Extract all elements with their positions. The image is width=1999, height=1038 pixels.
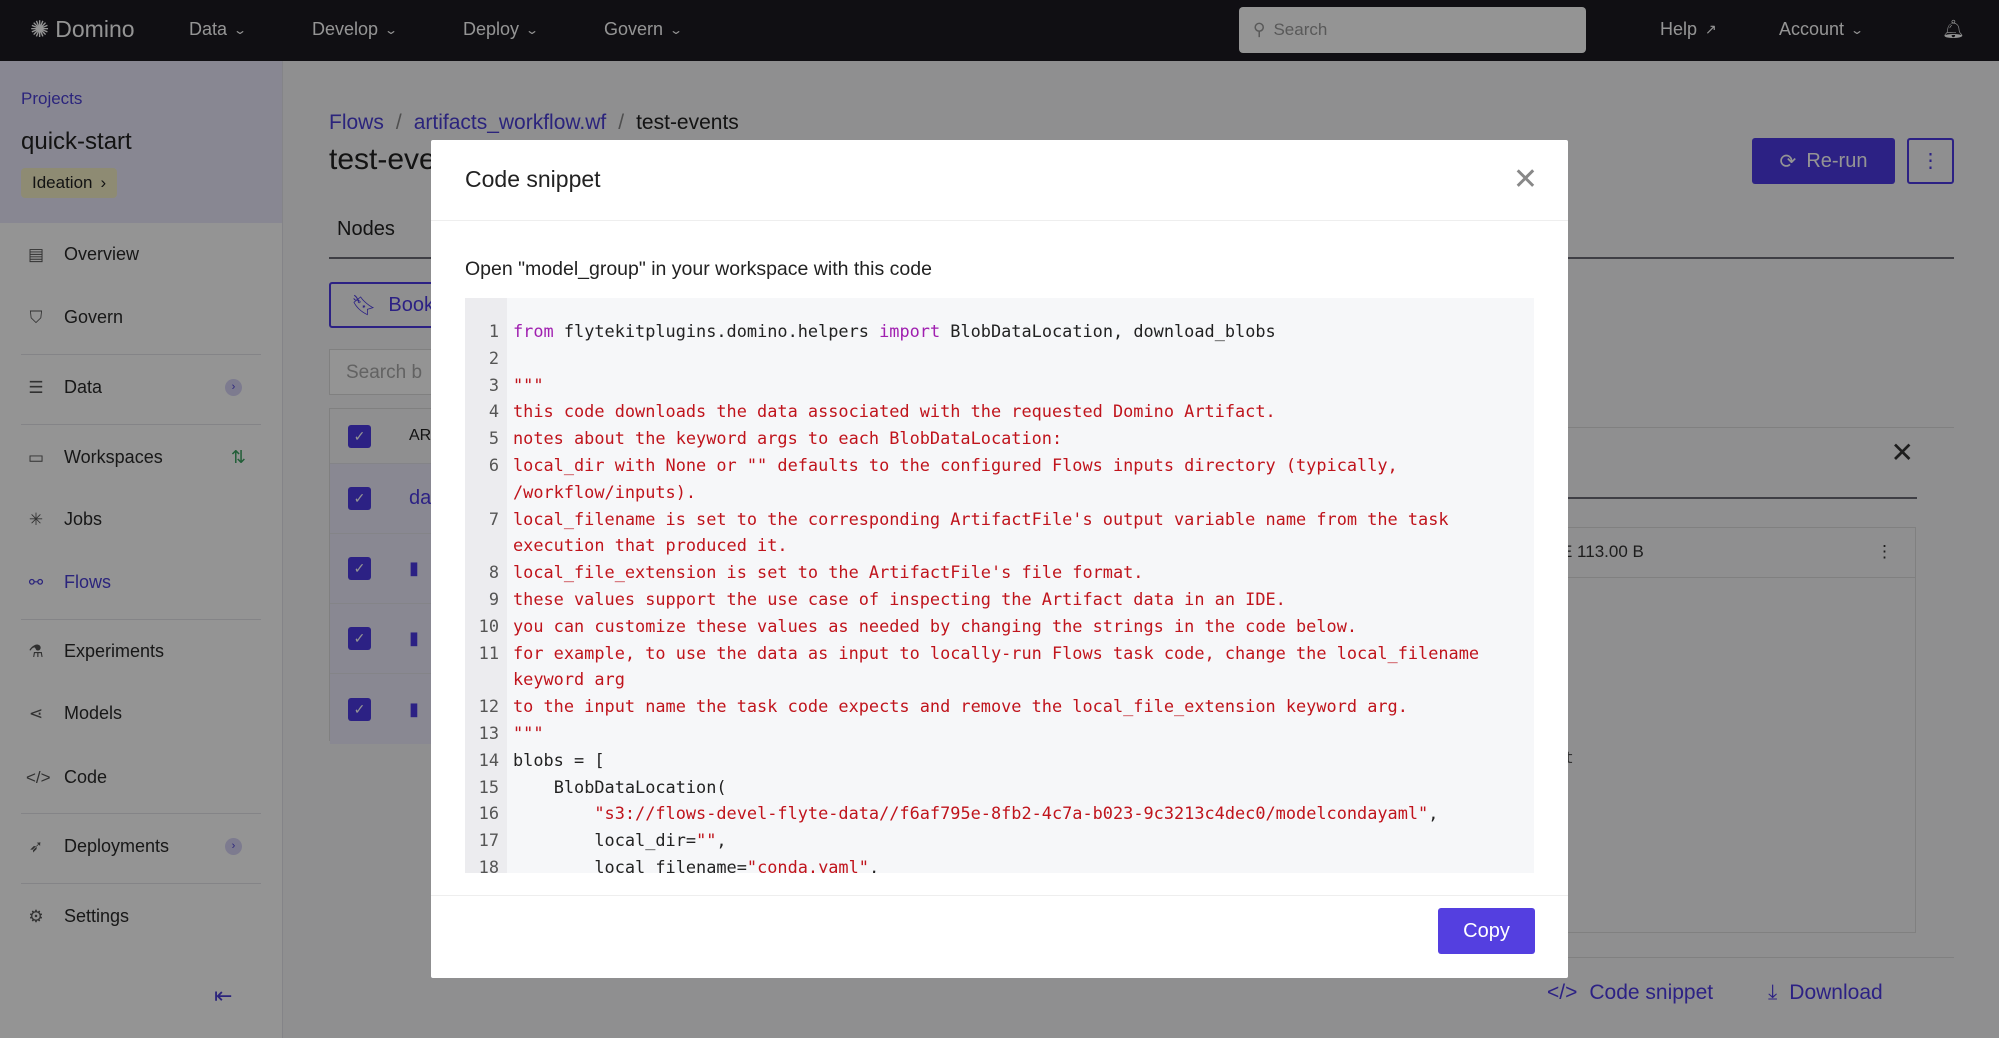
code-string: to the input name the task code expects … [513, 696, 1408, 717]
line-number: 18 [478, 856, 499, 873]
code-string: local_dir with None or "" defaults to th… [513, 454, 1408, 502]
line-number: 12 [478, 696, 499, 717]
line-number: 3 [488, 374, 499, 395]
code-line: 11 for example, to use the data as input … [465, 640, 1534, 694]
code-line: 9 these values support the use case of in… [465, 586, 1534, 613]
code-token: local_dir= [513, 830, 697, 851]
code-string: local_filename is set to the correspondi… [513, 508, 1459, 556]
code-token: BlobDataLocation, download_blobs [940, 321, 1276, 341]
line-number: 15 [478, 776, 499, 797]
code-line: 2​ [465, 345, 1534, 372]
line-number: 14 [478, 749, 499, 770]
code-token: , [868, 856, 880, 873]
code-snippet-modal: Code snippet ✕ Open "model_group" in your… [431, 140, 1568, 978]
modal-header: Code snippet ✕ [431, 140, 1568, 221]
code-line: 10 you can customize these values as need… [465, 613, 1534, 640]
line-number: 5 [488, 428, 499, 449]
code-string: this code downloads the data associated … [513, 401, 1276, 422]
line-number: 16 [478, 803, 499, 824]
code-text: for example, to use the data as input to… [507, 640, 1512, 694]
code-keyword: import [879, 321, 941, 341]
code-string: notes about the keyword args to each Blo… [513, 428, 1063, 449]
line-number: 6 [488, 454, 499, 475]
line-number: 17 [478, 830, 499, 851]
code-line: 14 blobs = [ [465, 747, 1534, 774]
copy-button[interactable]: Copy [1438, 908, 1535, 954]
code-string: for example, to use the data as input to… [513, 642, 1490, 690]
code-line: 3 """ [465, 372, 1534, 399]
modal-footer: Copy [431, 895, 1568, 978]
code-text: these values support the use case of ins… [507, 586, 1512, 613]
code-string: "conda.yaml" [746, 856, 869, 873]
code-text: blobs = [ [507, 747, 1512, 774]
code-token: , [1428, 803, 1439, 824]
code-line: 8 local_file_extension is set to the Arti… [465, 559, 1534, 586]
code-string: """ [513, 722, 544, 743]
code-text: notes about the keyword args to each Blo… [507, 425, 1512, 452]
code-text: local_filename is set to the correspondi… [507, 506, 1512, 560]
code-text: BlobDataLocation( [507, 774, 1512, 801]
code-string: """ [513, 374, 544, 395]
code-line: 16 "s3://flows-devel-flyte-data//f6af795… [465, 800, 1534, 827]
code-text: local_file_extension is set to the Artif… [507, 559, 1512, 586]
code-string: you can customize these values as needed… [513, 615, 1358, 636]
line-number: 13 [478, 722, 499, 743]
line-number: 11 [478, 642, 499, 663]
code-line: 12 to the input name the task code expect… [465, 693, 1534, 720]
code-token: local_filename= [513, 856, 747, 873]
line-number: 7 [488, 508, 499, 529]
code-line: 1 from flytekitplugins.domino.helpers imp… [465, 318, 1534, 345]
line-number: 8 [488, 562, 499, 583]
line-number: 10 [478, 615, 499, 636]
code-text: ​ [507, 345, 1512, 372]
line-number: 9 [488, 588, 499, 609]
code-block[interactable]: 1 from flytekitplugins.domino.helpers imp… [465, 298, 1534, 873]
code-text: local_filename="conda.yaml", [507, 854, 1512, 873]
code-string: local_file_extension is set to the Artif… [513, 562, 1144, 583]
code-line: 17 local_dir="", [465, 827, 1534, 854]
code-keyword: from [513, 321, 554, 341]
code-string: these values support the use case of ins… [513, 588, 1286, 609]
code-text: to the input name the task code expects … [507, 693, 1512, 720]
code-line: 6 local_dir with None or "" defaults to t… [465, 452, 1534, 506]
code-text: "s3://flows-devel-flyte-data//f6af795e-8… [507, 800, 1512, 827]
code-line: 18 local_filename="conda.yaml", [465, 854, 1534, 873]
code-token: BlobDataLocation( [513, 776, 727, 797]
code-text: """ [507, 720, 1512, 747]
code-line: 13 """ [465, 720, 1534, 747]
code-text: local_dir="", [507, 827, 1512, 854]
code-text: local_dir with None or "" defaults to th… [507, 452, 1512, 506]
code-line: 4 this code downloads the data associated… [465, 398, 1534, 425]
close-icon[interactable]: ✕ [1513, 162, 1538, 197]
code-text: this code downloads the data associated … [507, 398, 1512, 425]
modal-description: Open "model_group" in your workspace wit… [465, 258, 932, 280]
code-token: flytekitplugins.domino.helpers [553, 321, 880, 341]
code-line: 7 local_filename is set to the correspond… [465, 506, 1534, 560]
modal-title: Code snippet [465, 166, 601, 192]
code-line: 15 BlobDataLocation( [465, 774, 1534, 801]
code-line: 5 notes about the keyword args to each Bl… [465, 425, 1534, 452]
code-token: blobs = [ [513, 749, 605, 770]
code-string: "s3://flows-devel-flyte-data//f6af795e-8… [594, 803, 1429, 824]
line-number: 4 [488, 401, 499, 422]
line-number: 1 [488, 321, 499, 341]
code-text: """ [507, 372, 1512, 399]
code-string: "" [696, 830, 717, 851]
code-text: you can customize these values as needed… [507, 613, 1512, 640]
line-number: 2 [488, 347, 499, 368]
code-token: , [716, 830, 727, 851]
code-text: from flytekitplugins.domino.helpers impo… [507, 318, 1512, 345]
